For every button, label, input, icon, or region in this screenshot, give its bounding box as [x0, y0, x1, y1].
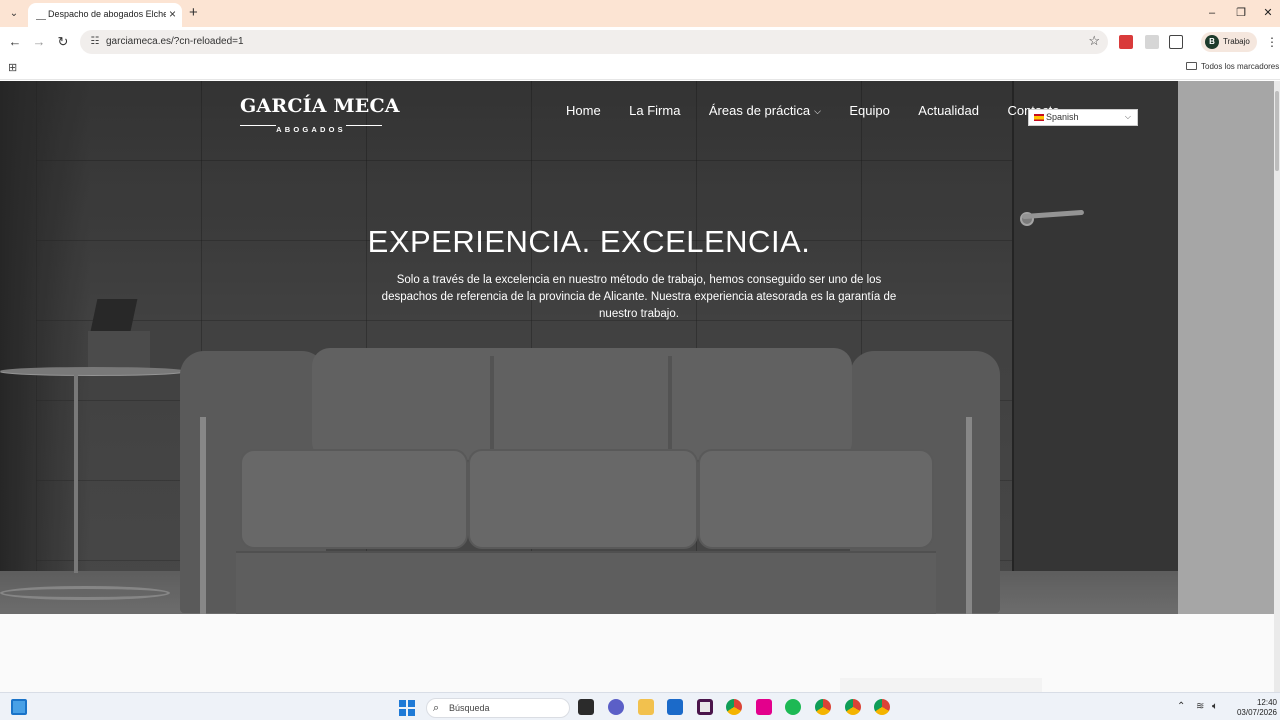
chrome-profile-icon[interactable]: [874, 699, 890, 715]
bookmarks-bar: ⊞ Todos los marcadores: [0, 58, 1280, 80]
nav-areas-label: Áreas de práctica: [708, 103, 811, 118]
task-view-icon[interactable]: [578, 699, 594, 715]
folder-icon: [1186, 62, 1197, 70]
taskbar-clock[interactable]: 12:40 03/07/2026: [1229, 698, 1277, 718]
hero-headline: EXPERIENCIA. EXCELENCIA.: [367, 224, 811, 259]
taskbar: ⌕ Búsqueda ⌃ ≋ 🔈︎ 12:40 03/07/2026: [0, 692, 1280, 720]
profile-button[interactable]: B Trabajo: [1201, 32, 1257, 52]
maximize-window-icon[interactable]: ❐: [1233, 5, 1249, 21]
outlook-icon[interactable]: [667, 699, 683, 715]
site-logo[interactable]: GARCÍA MECA ABOGADOS: [240, 95, 400, 134]
minimize-window-icon[interactable]: –: [1204, 5, 1220, 21]
tab-title: Despacho de abogados Elche |: [48, 9, 166, 19]
hero-subtext: Solo a través de la excelencia en nuestr…: [381, 274, 897, 320]
all-bookmarks-label: Todos los marcadores: [1201, 62, 1280, 71]
page-viewport: GARCÍA MECA ABOGADOS Home La Firma Áreas…: [0, 81, 1280, 692]
slack-icon[interactable]: [697, 699, 713, 715]
browser-tabstrip: ⌄ Despacho de abogados Elche | × + – ❐ ✕: [0, 0, 1280, 27]
clock-time: 12:40: [1256, 698, 1277, 707]
nav-equipo[interactable]: Equipo: [849, 103, 889, 118]
extension-gray-icon[interactable]: [1145, 35, 1159, 49]
browser-tab-active[interactable]: Despacho de abogados Elche | ×: [28, 3, 182, 27]
browser-toolbar: ← → ↻ ☷ garciameca.es/?cn-reloaded=1 ☆ B…: [0, 27, 1280, 58]
site-favicon-icon: [36, 10, 46, 20]
chrome-profile-icon[interactable]: [815, 699, 831, 715]
apps-grid-icon[interactable]: ⊞: [8, 62, 20, 74]
hero-overlay: [0, 81, 1178, 614]
profile-name: Trabajo: [1223, 37, 1250, 46]
taskbar-search-placeholder: Búsqueda: [449, 703, 490, 713]
chrome-icon[interactable]: [726, 699, 742, 715]
logo-rule: [240, 125, 276, 126]
tray-overflow-icon[interactable]: ⌃: [1177, 701, 1185, 713]
nav-la-firma[interactable]: La Firma: [629, 103, 680, 118]
start-button-icon[interactable]: [399, 700, 415, 716]
tab-search-chevron-icon[interactable]: ⌄: [6, 6, 22, 22]
volume-icon[interactable]: 🔈︎: [1212, 701, 1218, 713]
main-nav: Home La Firma Áreas de práctica ⌵ Equipo …: [566, 102, 1084, 120]
back-arrow-icon[interactable]: ←: [7, 34, 23, 50]
file-explorer-icon[interactable]: [638, 699, 654, 715]
profile-avatar: B: [1205, 35, 1219, 49]
site-info-icon[interactable]: ☷: [88, 35, 102, 49]
search-icon: ⌕: [433, 702, 440, 714]
address-bar[interactable]: ☷ garciameca.es/?cn-reloaded=1 ☆: [80, 30, 1108, 54]
logo-subtitle: ABOGADOS: [240, 119, 382, 134]
bookmark-star-icon[interactable]: ☆: [1088, 33, 1100, 49]
logo-rule: [346, 125, 382, 126]
app-pink-icon[interactable]: [756, 699, 772, 715]
taskbar-search[interactable]: ⌕ Búsqueda: [426, 698, 570, 718]
clock-date: 03/07/2026: [1236, 708, 1277, 717]
page-content-area: [0, 614, 1280, 692]
nav-areas-de-practica[interactable]: Áreas de práctica ⌵: [709, 103, 821, 118]
spain-flag-icon: [1034, 114, 1044, 121]
spotify-icon[interactable]: [785, 699, 801, 715]
browser-menu-icon[interactable]: ⋮: [1266, 35, 1278, 49]
nav-home[interactable]: Home: [566, 103, 601, 118]
page-scrollbar[interactable]: [1274, 81, 1280, 692]
chevron-down-icon: ⌵: [814, 106, 821, 116]
language-select[interactable]: Spanish ⌵: [1028, 109, 1138, 126]
extensions-puzzle-icon[interactable]: [1169, 35, 1183, 49]
close-window-icon[interactable]: ✕: [1260, 5, 1276, 21]
teams-icon[interactable]: [608, 699, 624, 715]
logo-subtitle-text: ABOGADOS: [276, 125, 346, 134]
all-bookmarks-button[interactable]: Todos los marcadores: [1186, 62, 1279, 71]
wifi-icon[interactable]: ≋: [1196, 701, 1204, 713]
scrollbar-thumb[interactable]: [1275, 91, 1279, 171]
chrome-profile-icon[interactable]: [845, 699, 861, 715]
extension-new-icon[interactable]: [1119, 35, 1133, 49]
hero-side-strip: [1178, 81, 1280, 614]
chevron-down-icon: ⌵: [1124, 112, 1131, 121]
close-tab-icon[interactable]: ×: [169, 7, 176, 21]
new-tab-icon[interactable]: +: [189, 4, 198, 22]
nav-actualidad[interactable]: Actualidad: [918, 103, 979, 118]
reload-icon[interactable]: ↻: [55, 34, 71, 50]
widgets-icon[interactable]: [11, 699, 27, 715]
forward-arrow-icon[interactable]: →: [31, 34, 47, 50]
logo-name: GARCÍA MECA: [240, 95, 400, 117]
url-text: garciameca.es/?cn-reloaded=1: [106, 36, 244, 47]
hero-section: GARCÍA MECA ABOGADOS Home La Firma Áreas…: [0, 81, 1178, 614]
content-placeholder: [840, 678, 1042, 692]
language-value: Spanish: [1046, 112, 1079, 122]
